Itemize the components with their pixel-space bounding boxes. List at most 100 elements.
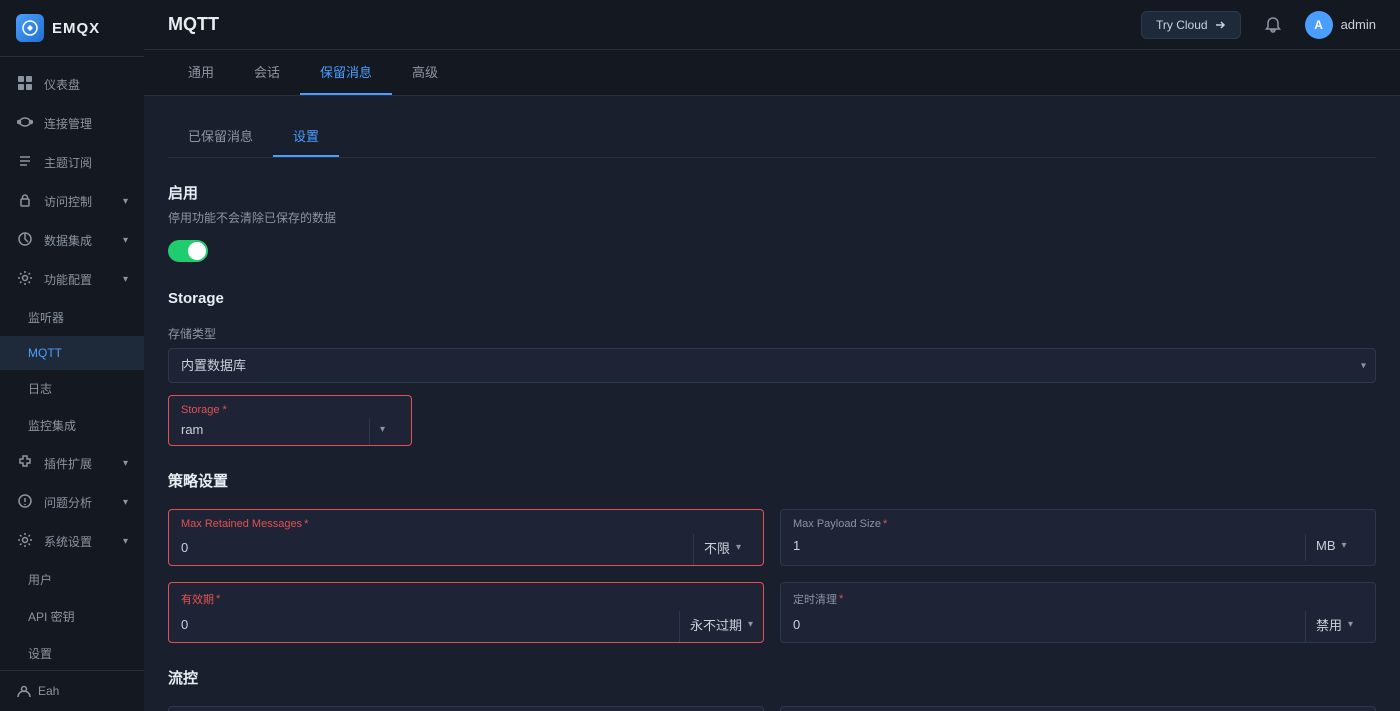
expiry-label: 有效期 * — [181, 591, 220, 607]
sidebar-item-monitor-label: 监听器 — [28, 309, 64, 326]
sidebar-item-access-label: 访问控制 — [44, 193, 92, 210]
emqx-logo-icon — [16, 14, 44, 42]
enable-toggle[interactable] — [168, 240, 208, 262]
connection-icon — [16, 114, 34, 133]
max-payload-group: Max Payload Size * MB ▾ — [780, 509, 1376, 566]
max-retained-label: Max Retained Messages * — [181, 518, 308, 530]
sidebar: EMQX 仪表盘 — [0, 0, 144, 711]
timed-clean-row: 禁用 ▾ — [781, 611, 1375, 642]
flow-grid: 批量加载数量 * 不限 ▾ — [168, 706, 1376, 711]
timed-clean-unit-select[interactable]: 禁用 ▾ — [1305, 611, 1375, 642]
sidebar-item-mqtt[interactable]: MQTT — [0, 336, 144, 370]
max-payload-chevron-icon: ▾ — [1342, 540, 1347, 551]
sidebar-item-data-label: 数据集成 — [44, 232, 92, 249]
content-area: 已保留消息 设置 启用 停用功能不会清除已保存的数据 Storage — [144, 96, 1400, 711]
sidebar-item-mqtt-label: MQTT — [28, 346, 62, 360]
sidebar-item-settings[interactable]: 设置 — [0, 635, 144, 670]
tab-general[interactable]: 通用 — [168, 50, 234, 95]
expiry-group: 有效期 * 永不过期 ▾ — [168, 582, 764, 643]
plugins-icon — [16, 454, 34, 473]
tab-advanced[interactable]: 高级 — [392, 50, 458, 95]
tab-retained[interactable]: 保留消息 — [300, 50, 392, 95]
flow-section: 流控 批量加载数量 * 不限 ▾ — [168, 667, 1376, 711]
batch-publish-header: 批量发布数量 * — [781, 707, 1375, 711]
policy-section: 策略设置 Max Retained Messages * 不限 — [168, 470, 1376, 643]
max-retained-group: Max Retained Messages * 不限 ▾ — [168, 509, 764, 566]
timed-clean-star: * — [839, 593, 843, 605]
sidebar-item-apikey[interactable]: API 密钥 — [0, 598, 144, 635]
try-cloud-button[interactable]: Try Cloud — [1141, 11, 1241, 39]
sidebar-item-system[interactable]: 系统设置 ▾ — [0, 522, 144, 561]
storage-title: Storage — [168, 290, 1376, 307]
timed-clean-input[interactable] — [781, 611, 1305, 642]
topics-icon — [16, 153, 34, 172]
expiry-header: 有效期 * — [169, 583, 763, 611]
max-retained-input[interactable] — [169, 534, 693, 565]
sidebar-bottom[interactable]: Eah — [0, 670, 144, 711]
sidebar-item-connection-label: 连接管理 — [44, 115, 92, 132]
sidebar-item-data[interactable]: 数据集成 ▾ — [0, 221, 144, 260]
page-title: MQTT — [168, 14, 219, 35]
sidebar-item-log-label: 日志 — [28, 380, 52, 397]
emqx-logo-text: EMQX — [52, 20, 100, 37]
storage-section: Storage 存储类型 内置数据库 ▾ Storage * — [168, 290, 1376, 446]
max-payload-input[interactable] — [781, 534, 1305, 561]
header-actions: Try Cloud A admin — [1141, 9, 1376, 41]
sidebar-item-plugins[interactable]: 插件扩展 ▾ — [0, 444, 144, 483]
max-retained-chevron-icon: ▾ — [736, 542, 741, 553]
sidebar-item-access[interactable]: 访问控制 ▾ — [0, 182, 144, 221]
inner-tab-messages[interactable]: 已保留消息 — [168, 116, 273, 157]
max-payload-unit-select[interactable]: MB ▾ — [1305, 534, 1375, 561]
sidebar-item-monitor2[interactable]: 监控集成 — [0, 407, 144, 444]
access-icon — [16, 192, 34, 211]
storage-type-select[interactable]: 内置数据库 — [168, 348, 1376, 383]
sidebar-item-plugins-label: 插件扩展 — [44, 455, 92, 472]
timed-clean-header: 定时清理 * — [781, 583, 1375, 611]
max-retained-unit-select[interactable]: 不限 ▾ — [693, 534, 763, 565]
main-content: MQTT Try Cloud A admin — [144, 0, 1400, 711]
sidebar-item-connection[interactable]: 连接管理 — [0, 104, 144, 143]
user-avatar: A — [1305, 11, 1333, 39]
sidebar-item-log[interactable]: 日志 — [0, 370, 144, 407]
sidebar-item-user[interactable]: 用户 — [0, 561, 144, 598]
max-payload-unit-label: MB — [1316, 538, 1336, 553]
notification-button[interactable] — [1257, 9, 1289, 41]
sidebar-item-topics[interactable]: 主题订阅 — [0, 143, 144, 182]
expiry-unit-select[interactable]: 永不过期 ▾ — [679, 611, 763, 642]
sidebar-item-monitor2-label: 监控集成 — [28, 417, 76, 434]
inner-tab-settings[interactable]: 设置 — [273, 116, 339, 157]
batch-load-group: 批量加载数量 * 不限 ▾ — [168, 706, 764, 711]
sidebar-item-settings-label: 设置 — [28, 645, 52, 662]
try-cloud-label: Try Cloud — [1156, 18, 1208, 32]
storage-ram-input[interactable] — [169, 418, 369, 445]
data-icon — [16, 231, 34, 250]
enable-desc: 停用功能不会清除已保存的数据 — [168, 209, 1376, 226]
features-icon — [16, 270, 34, 289]
timed-clean-unit-label: 禁用 — [1316, 615, 1342, 634]
arrow-right-icon — [1214, 19, 1226, 31]
max-retained-unit-label: 不限 — [704, 538, 730, 557]
sidebar-item-dashboard[interactable]: 仪表盘 — [0, 65, 144, 104]
features-chevron-icon: ▾ — [123, 274, 128, 285]
sidebar-item-issues[interactable]: 问题分析 ▾ — [0, 483, 144, 522]
bell-icon — [1264, 16, 1282, 34]
user-name: admin — [1341, 17, 1376, 32]
dashboard-icon — [16, 75, 34, 94]
sidebar-item-monitor[interactable]: 监听器 — [0, 299, 144, 336]
storage-ram-field-container: Storage * ▾ — [168, 395, 1376, 446]
expiry-input[interactable] — [169, 611, 679, 642]
storage-ram-select-part[interactable]: ▾ — [369, 418, 429, 445]
batch-publish-group: 批量发布数量 * 不限 ▾ — [780, 706, 1376, 711]
issues-icon — [16, 493, 34, 512]
tab-session[interactable]: 会话 — [234, 50, 300, 95]
expiry-unit-label: 永不过期 — [690, 615, 742, 634]
policy-grid-2: 有效期 * 永不过期 ▾ — [168, 582, 1376, 643]
sidebar-bottom-label: Eah — [38, 684, 59, 698]
access-chevron-icon: ▾ — [123, 196, 128, 207]
system-icon — [16, 532, 34, 551]
expiry-row: 永不过期 ▾ — [169, 611, 763, 642]
user-info[interactable]: A admin — [1305, 11, 1376, 39]
sidebar-item-features[interactable]: 功能配置 ▾ — [0, 260, 144, 299]
sidebar-item-user-label: 用户 — [28, 571, 52, 588]
sidebar-item-features-label: 功能配置 — [44, 271, 92, 288]
